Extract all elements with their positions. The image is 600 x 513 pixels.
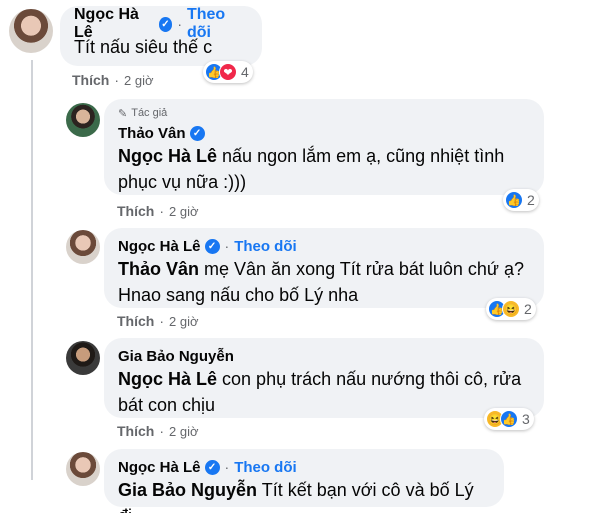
avatar[interactable] — [66, 452, 100, 486]
comment-text: Ngọc Hà Lê nấu ngon lắm em ạ, cũng nhiệt… — [118, 143, 530, 169]
separator-dot: · — [224, 238, 230, 254]
pen-icon: ✎ — [118, 107, 128, 120]
verified-icon: ✓ — [189, 125, 205, 141]
comment-actions: Thích · 2 giờ — [117, 423, 199, 439]
verified-icon: ✓ — [204, 459, 220, 475]
comment-bubble: Ngọc Hà Lê ✓ · Theo dõi Thảo Vân mẹ Vân … — [104, 228, 544, 308]
comment-text: Gia Bảo Nguyễn Tít kết bạn với cô và bố … — [118, 477, 490, 513]
comment-author[interactable]: Thảo Vân — [118, 125, 186, 142]
follow-button[interactable]: Theo dõi — [234, 459, 297, 476]
like-button[interactable]: Thích — [117, 423, 154, 439]
mention-link[interactable]: Ngọc Hà Lê — [118, 146, 217, 166]
separator-dot: · — [224, 459, 230, 475]
avatar[interactable] — [66, 230, 100, 264]
comment-author[interactable]: Ngọc Hà Lê — [118, 238, 201, 255]
comment-author[interactable]: Gia Bảo Nguyễn — [118, 348, 234, 365]
like-button[interactable]: Thích — [117, 313, 154, 329]
separator-dot: · — [159, 203, 165, 219]
comment-text-line2: Hnao sang nấu cho bố Lý nha — [118, 285, 359, 305]
author-badge-label: Tác giả — [131, 107, 168, 119]
comment-bubble: ✎ Tác giả Thảo Vân ✓ Ngọc Hà Lê nấu ngon… — [104, 99, 544, 195]
comment-author[interactable]: Ngọc Hà Lê — [118, 459, 201, 476]
avatar[interactable] — [66, 341, 100, 375]
timestamp[interactable]: 2 giờ — [169, 204, 199, 219]
comment-bubble: Gia Bảo Nguyễn Ngọc Hà Lê con phụ trách … — [104, 338, 544, 418]
timestamp[interactable]: 2 giờ — [169, 424, 199, 439]
separator-dot: · — [159, 313, 165, 329]
avatar[interactable] — [66, 103, 100, 137]
comment-text-line1: nấu ngon lắm em ạ, cũng nhiệt tình — [217, 146, 505, 166]
timestamp[interactable]: 2 giờ — [169, 314, 199, 329]
comment-text: Thảo Vân mẹ Vân ăn xong Tít rửa bát luôn… — [118, 256, 530, 282]
thread-line — [31, 60, 33, 480]
comment-text-line2: bát con chịu — [118, 395, 216, 415]
mention-link[interactable]: Thảo Vân — [118, 259, 199, 279]
like-icon: 👍 — [500, 410, 518, 428]
reaction-summary[interactable]: 👍 😆 2 — [486, 298, 536, 320]
comment-text-line2: phục vụ nữa :))) — [118, 172, 247, 192]
mention-link[interactable]: Ngọc Hà Lê — [118, 369, 217, 389]
reaction-summary[interactable]: 😆 👍 3 — [484, 408, 534, 430]
avatar[interactable] — [9, 9, 53, 53]
like-button[interactable]: Thích — [117, 203, 154, 219]
reaction-count: 3 — [522, 411, 530, 427]
follow-button[interactable]: Theo dõi — [234, 238, 297, 255]
separator-dot: · — [177, 16, 182, 32]
love-icon: ❤ — [219, 63, 237, 81]
comment-text-line1: mẹ Vân ăn xong Tít rửa bát luôn chứ ạ? — [199, 259, 524, 279]
comment-actions: Thích · 2 giờ — [72, 72, 154, 88]
reaction-count: 2 — [524, 301, 532, 317]
timestamp[interactable]: 2 giờ — [124, 73, 154, 88]
reaction-summary[interactable]: 👍 ❤ 4 — [203, 61, 253, 83]
comment-bubble: Ngọc Hà Lê ✓ · Theo dõi Gia Bảo Nguyễn T… — [104, 449, 504, 513]
reaction-count: 4 — [241, 64, 249, 80]
mention-link[interactable]: Gia Bảo Nguyễn — [118, 480, 257, 500]
author-badge: ✎ Tác giả — [118, 105, 530, 121]
verified-icon: ✓ — [204, 238, 220, 254]
like-icon: 👍 — [505, 191, 523, 209]
comment-text-line1: con phụ trách nấu nướng thôi cô, rửa — [217, 369, 522, 389]
comment-actions: Thích · 2 giờ — [117, 203, 199, 219]
comment-text: Ngọc Hà Lê con phụ trách nấu nướng thôi … — [118, 366, 530, 392]
comment-actions: Thích · 2 giờ — [117, 313, 199, 329]
reaction-count: 2 — [527, 192, 535, 208]
separator-dot: · — [114, 72, 120, 88]
reaction-summary[interactable]: 👍 2 — [503, 189, 539, 211]
comment-bubble: Ngọc Hà Lê ✓ · Theo dõi Tít nấu siêu thế… — [60, 6, 262, 66]
haha-icon: 😆 — [502, 300, 520, 318]
like-button[interactable]: Thích — [72, 72, 109, 88]
separator-dot: · — [159, 423, 165, 439]
verified-icon: ✓ — [158, 16, 173, 32]
